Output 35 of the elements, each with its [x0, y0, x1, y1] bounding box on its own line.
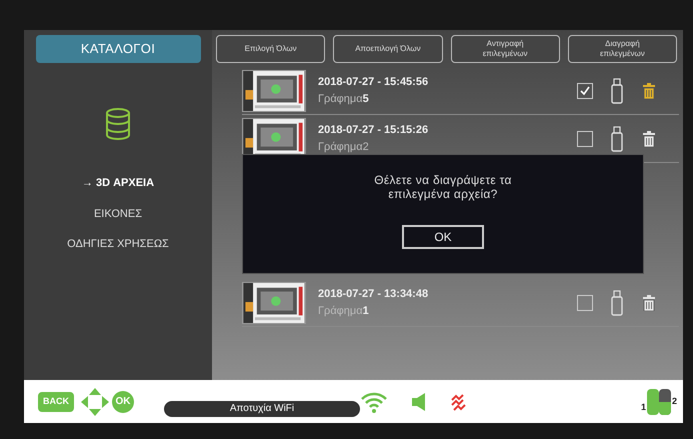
speaker-icon — [412, 392, 426, 410]
file-date: 2018-07-27 - 15:15:26 — [318, 123, 430, 138]
trash-icon[interactable] — [643, 294, 655, 310]
sidebar-item[interactable]: ΕΙΚΟΝΕΣ — [94, 206, 142, 222]
battery-icon — [658, 388, 671, 414]
wifi-status: Αποτυχία WiFi — [164, 400, 360, 416]
usb-drive-icon[interactable] — [611, 78, 623, 104]
check-icon — [579, 84, 591, 96]
catalog-tab[interactable]: ΚΑΤΑΛΟΓΟΙ — [36, 35, 200, 63]
battery-label: 2 — [672, 394, 677, 408]
database-icon — [105, 108, 131, 140]
ok-button[interactable]: OK — [402, 225, 484, 249]
file-date: 2018-07-27 - 13:34:48 — [318, 287, 430, 302]
toolbar-button[interactable]: Επιλογή Όλων — [216, 35, 326, 63]
file-name: Γράφημα5 — [318, 92, 370, 106]
trash-icon[interactable] — [643, 130, 655, 146]
toolbar-button[interactable]: Αντιγραφή επιλεγμένων — [450, 35, 560, 63]
sidebar-item[interactable]: ΟΔΗΓΙΕΣ ΧΡΗΣΕΩΣ — [67, 236, 169, 252]
checkbox[interactable] — [577, 130, 593, 146]
sidebar-item[interactable]: → 3D ΑΡΧΕΙΑ — [82, 175, 154, 192]
battery-icon — [646, 388, 659, 414]
usb-drive-icon[interactable] — [611, 126, 623, 152]
checkbox[interactable] — [577, 82, 593, 98]
trash-icon[interactable] — [643, 82, 655, 98]
battery-label: 1 — [640, 401, 646, 414]
wifi-icon — [360, 390, 388, 412]
heat-wave-icon — [450, 392, 468, 412]
file-name: Γράφημα2 — [318, 140, 370, 154]
dialog-message: Θέλετε να διαγράψετε τα επιλεγμένα αρχεία? — [373, 173, 513, 201]
usb-drive-icon[interactable] — [611, 290, 623, 316]
toolbar-button[interactable]: Διαγραφή επιλεγμένων — [568, 35, 677, 63]
file-name: Γράφημα1 — [318, 304, 370, 318]
checkbox[interactable] — [577, 294, 593, 310]
toolbar-button[interactable]: Αποεπιλογή Όλων — [333, 35, 442, 63]
file-date: 2018-07-27 - 15:45:56 — [318, 75, 430, 90]
